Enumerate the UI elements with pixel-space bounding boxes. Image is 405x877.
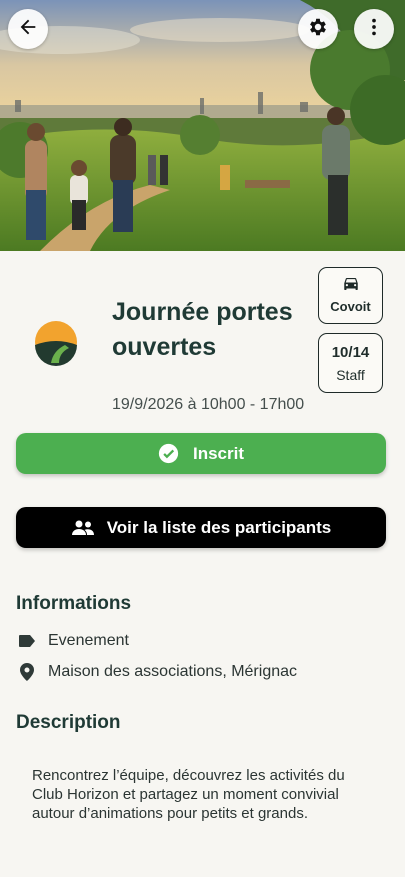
info-location: Maison des associations, Mérignac bbox=[48, 663, 298, 680]
back-button[interactable] bbox=[8, 9, 48, 49]
event-title: Journée portes ouvertes bbox=[112, 298, 293, 361]
staff-count: 10/14 bbox=[331, 344, 370, 361]
label-tag-icon bbox=[16, 634, 38, 648]
people-icon bbox=[71, 520, 95, 536]
settings-button[interactable] bbox=[298, 9, 338, 49]
description-text: Rencontrez l’équipe, découvrez les activ… bbox=[32, 767, 345, 822]
covoit-label: Covoit bbox=[330, 299, 371, 314]
event-hero-image bbox=[0, 0, 405, 251]
inscrit-label: Inscrit bbox=[192, 443, 245, 463]
info-type: Evenement bbox=[48, 632, 129, 649]
gear-icon bbox=[307, 16, 329, 43]
event-date: 19/9/2026 à 10h00 - 17h00 bbox=[112, 396, 305, 413]
info-type-row: Evenement bbox=[16, 632, 129, 650]
car-icon bbox=[319, 276, 382, 297]
inscrit-button[interactable]: Inscrit bbox=[16, 433, 386, 474]
staff-label: Staff bbox=[336, 367, 365, 383]
more-vert-icon bbox=[363, 16, 385, 43]
participants-button[interactable]: Voir la liste des participants bbox=[16, 507, 386, 548]
staff-chip[interactable]: 10/14 Staff bbox=[318, 333, 383, 393]
club-logo bbox=[29, 315, 83, 369]
info-location-row: Maison des associations, Mérignac bbox=[16, 663, 297, 681]
more-options-button[interactable] bbox=[354, 9, 394, 49]
location-pin-icon bbox=[16, 663, 38, 681]
covoit-chip[interactable]: Covoit bbox=[318, 267, 383, 324]
description-heading: Description bbox=[16, 712, 121, 733]
informations-heading: Informations bbox=[16, 593, 132, 614]
arrow-back-icon bbox=[17, 16, 39, 43]
participants-label: Voir la liste des participants bbox=[106, 517, 332, 537]
check-circle-icon bbox=[158, 443, 179, 464]
